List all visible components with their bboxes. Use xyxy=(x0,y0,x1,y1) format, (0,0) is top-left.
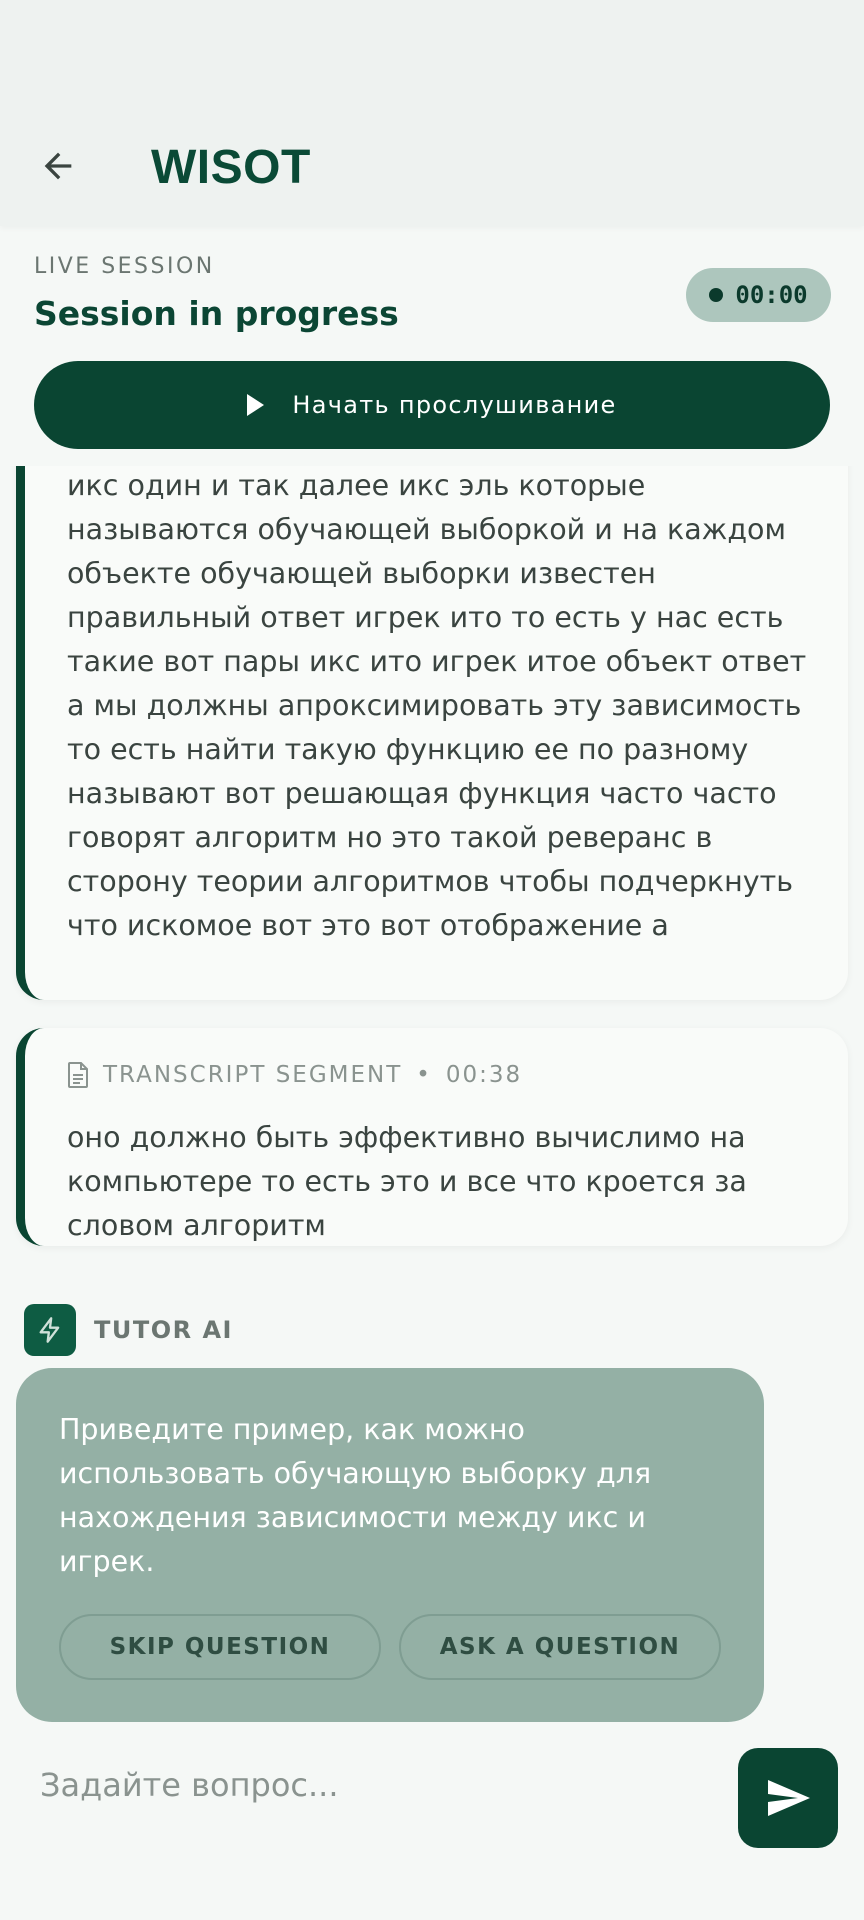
tutor-label: TUTOR AI xyxy=(94,1316,233,1344)
tutor-question-bubble: Приведите пример, как можно использовать… xyxy=(16,1368,764,1722)
ask-question-button[interactable]: ASK A QUESTION xyxy=(399,1614,721,1680)
send-button[interactable] xyxy=(738,1748,838,1848)
live-session-label: LIVE SESSION xyxy=(34,254,215,279)
session-timer: 00:00 xyxy=(686,268,831,322)
play-icon xyxy=(247,394,265,416)
tutor-question-text: Приведите пример, как можно использовать… xyxy=(59,1413,652,1578)
recording-dot-icon xyxy=(709,288,724,302)
segment-header: TRANSCRIPT SEGMENT • 00:38 xyxy=(67,1062,522,1088)
transcript-feed[interactable]: объектов то есть вот были объекты их эль… xyxy=(0,466,864,1732)
start-listening-label: Начать прослушивание xyxy=(292,391,617,419)
back-button[interactable] xyxy=(30,138,86,194)
start-listening-button[interactable]: Начать прослушивание xyxy=(34,361,830,449)
document-icon xyxy=(68,1062,88,1088)
question-input[interactable] xyxy=(40,1750,700,1820)
session-header: LIVE SESSION Session in progress 00:00 Н… xyxy=(0,226,864,466)
lightning-icon xyxy=(39,1317,60,1343)
app-title: WISOT xyxy=(151,141,311,194)
timer-value: 00:00 xyxy=(735,281,808,309)
tutor-avatar xyxy=(24,1304,76,1356)
transcript-segment-card: TRANSCRIPT SEGMENT • 00:38 оно должно бы… xyxy=(16,1028,848,1246)
top-app-bar: WISOT xyxy=(0,0,864,226)
message-input-bar xyxy=(0,1732,864,1920)
segment-time: 00:38 xyxy=(445,1062,523,1088)
skip-question-button[interactable]: SKIP QUESTION xyxy=(59,1614,381,1680)
app-screen: WISOT LIVE SESSION Session in progress 0… xyxy=(0,0,864,1920)
session-status-title: Session in progress xyxy=(34,294,399,333)
send-icon xyxy=(768,1780,810,1816)
transcript-card: объектов то есть вот были объекты их эль… xyxy=(16,466,848,1000)
segment-label: TRANSCRIPT SEGMENT xyxy=(103,1062,403,1088)
tutor-header: TUTOR AI xyxy=(24,1304,233,1356)
arrow-left-icon xyxy=(44,152,72,180)
segment-text: оно должно быть эффективно вычислимо на … xyxy=(67,1121,747,1242)
transcript-text: объектов то есть вот были объекты их эль… xyxy=(67,469,807,942)
segment-separator: • xyxy=(416,1062,432,1088)
